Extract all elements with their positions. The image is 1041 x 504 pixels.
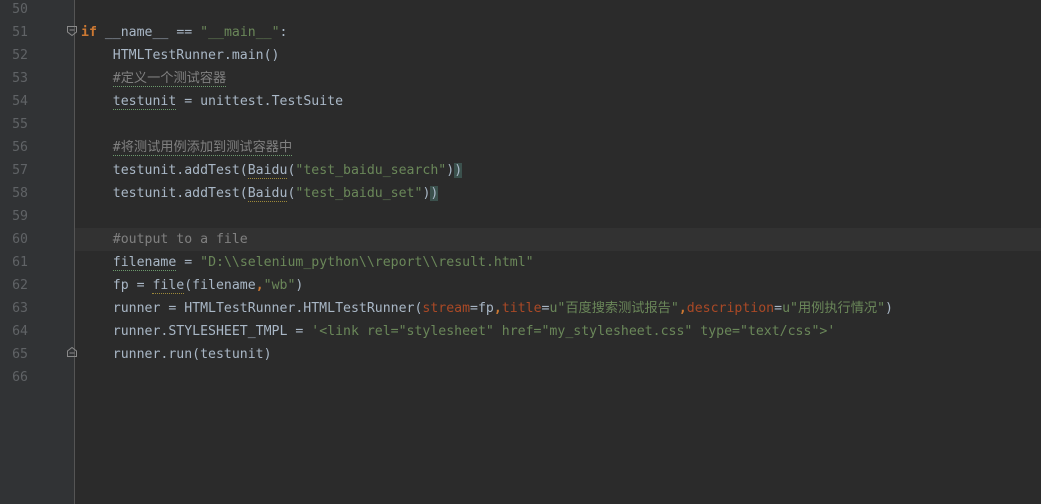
code-token: , — [678, 301, 687, 316]
code-token: (filename — [184, 278, 256, 293]
code-line[interactable] — [75, 205, 1041, 228]
code-token: "wb" — [263, 278, 296, 293]
code-line[interactable]: HTMLTestRunner.main() — [75, 44, 1041, 67]
code-line[interactable]: testunit.addTest(Baidu("test_baidu_set")… — [75, 182, 1041, 205]
line-number: 59 — [12, 209, 28, 224]
line-number: 58 — [12, 186, 28, 201]
code-token: fp = — [81, 278, 153, 293]
line-number: 64 — [12, 324, 28, 339]
code-token: '<link rel="stylesheet" href="my_stylesh… — [311, 324, 836, 339]
line-number: 56 — [12, 140, 28, 155]
code-token: = — [774, 301, 783, 316]
code-token: = — [176, 255, 201, 270]
code-line[interactable] — [75, 113, 1041, 136]
line-number: 51 — [12, 25, 28, 40]
code-token: ) — [295, 278, 304, 293]
code-line[interactable]: runner.run(testunit) — [75, 343, 1041, 366]
line-number: 62 — [12, 278, 28, 293]
code-line[interactable]: testunit = unittest.TestSuite — [75, 90, 1041, 113]
code-token: u"用例执行情况" — [782, 301, 886, 316]
line-number: 66 — [12, 370, 28, 385]
code-line[interactable]: testunit.addTest(Baidu("test_baidu_searc… — [75, 159, 1041, 182]
code-token: filename — [112, 255, 177, 271]
line-number: 61 — [12, 255, 28, 270]
code-token: "test_baidu_set" — [295, 186, 423, 201]
editor-gutter: 50 51 52 53 54 55 56 57 58 59 60 61 62 63 64 65 66 — [0, 0, 101, 504]
code-line[interactable]: fp = file(filename,"wb") — [75, 274, 1041, 297]
code-line[interactable]: #output to a file — [75, 228, 1041, 251]
line-number: 53 — [12, 71, 28, 86]
code-token: runner.STYLESHEET_TMPL = — [81, 324, 312, 339]
code-token: __name__ — [104, 25, 169, 40]
line-number: 63 — [12, 301, 28, 316]
code-token: Baidu — [247, 186, 288, 202]
code-editor[interactable]: if __name__ == "__main__": HTMLTestRunne… — [75, 0, 1041, 504]
code-token: ) — [430, 186, 439, 201]
code-token: runner.run(testunit) — [81, 347, 272, 362]
code-token: stream — [422, 301, 471, 316]
code-token: description — [686, 301, 775, 316]
code-token: , — [493, 301, 502, 316]
code-token: if — [81, 25, 97, 40]
code-line[interactable]: #将测试用例添加到测试容器中 — [75, 136, 1041, 159]
code-token: =fp — [470, 301, 494, 316]
code-token: "test_baidu_search" — [295, 163, 447, 178]
code-token: u"百度搜索测试报告" — [549, 301, 679, 316]
line-number: 65 — [12, 347, 28, 362]
code-token: "D:\\selenium_python\\report\\result.htm… — [200, 255, 534, 270]
line-number: 50 — [12, 2, 28, 17]
code-token: == — [168, 25, 201, 40]
code-token: = unittest.TestSuite — [176, 94, 344, 109]
code-line[interactable]: if __name__ == "__main__": — [75, 21, 1041, 44]
code-token: : — [279, 25, 288, 40]
line-number: 54 — [12, 94, 28, 109]
code-token: testunit.addTest( — [81, 163, 248, 178]
code-token: runner = HTMLTestRunner.HTMLTestRunner( — [81, 301, 423, 316]
code-token: title — [501, 301, 542, 316]
line-number: 57 — [12, 163, 28, 178]
code-token: #将测试用例添加到测试容器中 — [112, 140, 293, 156]
code-token: "__main__" — [200, 25, 280, 40]
code-line[interactable] — [75, 0, 1041, 21]
code-token: ) — [454, 163, 463, 178]
code-token: testunit — [112, 94, 177, 110]
code-token: ) — [446, 163, 455, 178]
code-token: #定义一个测试容器 — [112, 71, 227, 87]
code-token: file — [152, 278, 185, 294]
code-token: #output to a file — [112, 232, 248, 247]
line-number: 52 — [12, 48, 28, 63]
code-token: , — [255, 278, 264, 293]
line-number: 55 — [12, 117, 28, 132]
code-token: HTMLTestRunner.main() — [81, 48, 280, 63]
code-token: Baidu — [247, 163, 288, 179]
code-line[interactable]: #定义一个测试容器 — [75, 67, 1041, 90]
code-line[interactable]: filename = "D:\\selenium_python\\report\… — [75, 251, 1041, 274]
code-line[interactable]: runner = HTMLTestRunner.HTMLTestRunner(s… — [75, 297, 1041, 320]
code-line[interactable]: runner.STYLESHEET_TMPL = '<link rel="sty… — [75, 320, 1041, 343]
code-token: testunit.addTest( — [81, 186, 248, 201]
code-line[interactable] — [75, 366, 1041, 389]
line-number: 60 — [12, 232, 28, 247]
code-token: ) — [885, 301, 893, 316]
